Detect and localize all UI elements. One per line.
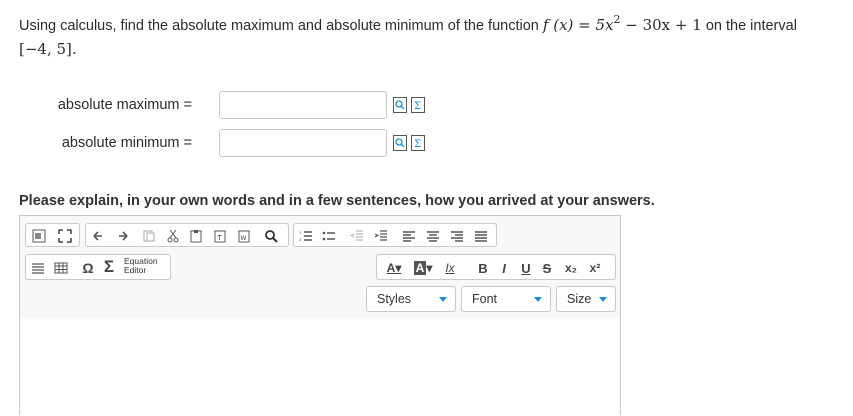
superscript-button[interactable]: x² (586, 259, 604, 277)
increase-indent-icon[interactable] (372, 227, 390, 245)
italic-button[interactable]: I (495, 259, 513, 277)
svg-text:W: W (241, 235, 247, 242)
absolute-minimum-label: absolute minimum = (61, 135, 192, 151)
paste-text-icon[interactable]: T (211, 227, 229, 245)
text-color-button[interactable]: A ▾ (381, 259, 407, 277)
function-expression: f (x) = 5x2 − 30x + 1 (542, 13, 702, 34)
interval: [−4, 5]. (19, 40, 77, 58)
chevron-down-icon (599, 297, 607, 302)
function-rhs: − 30x + 1 (620, 16, 702, 34)
question-suffix: on the interval (705, 18, 797, 34)
styles-dropdown[interactable]: Styles (366, 286, 456, 312)
svg-text:1: 1 (299, 230, 302, 235)
equation-editor-button[interactable]: Equation Editor (124, 257, 158, 275)
function-exponent: 2 (613, 13, 621, 26)
toolbar-group-edit: T W (85, 223, 289, 247)
explain-prompt: Please explain, in your own words and in… (19, 193, 655, 209)
svg-text:Σ: Σ (414, 101, 421, 112)
toolbar-group-format: A ▾ A ▾ Ix B I U S x₂ x² (376, 254, 616, 280)
svg-text:2: 2 (299, 237, 302, 242)
question-text: Using calculus, find the absolute maximu… (19, 13, 839, 61)
cut-icon[interactable] (164, 227, 182, 245)
equation-icon[interactable]: Σ (411, 135, 425, 151)
toolbar-group-insert: Ω Σ Equation Editor (25, 254, 171, 280)
absolute-minimum-input[interactable] (219, 129, 387, 157)
strikethrough-button[interactable]: S (538, 259, 556, 277)
absolute-maximum-input[interactable] (219, 91, 387, 119)
remove-format-icon[interactable]: Ix (441, 259, 459, 277)
rich-text-editor: T W 12 Ω Σ Equation Editor A ▾ A ▾ Ix B … (19, 215, 621, 416)
paste-word-icon[interactable]: W (235, 227, 253, 245)
answer-row-min: absolute minimum = Σ (0, 129, 440, 159)
absolute-maximum-label: absolute maximum = (57, 97, 192, 113)
editor-toolbar: T W 12 Ω Σ Equation Editor A ▾ A ▾ Ix B … (20, 216, 620, 319)
background-color-label: A (413, 261, 427, 275)
answer-row-max: absolute maximum = Σ (0, 91, 440, 121)
svg-text:Σ: Σ (414, 139, 421, 150)
bold-button[interactable]: B (474, 259, 492, 277)
equation-editor-line2: Editor (124, 265, 147, 275)
undo-icon[interactable] (90, 227, 108, 245)
toolbar-group-paragraph: 12 (293, 223, 497, 247)
decrease-indent-icon[interactable] (348, 227, 366, 245)
align-center-icon[interactable] (424, 227, 442, 245)
align-left-icon[interactable] (400, 227, 418, 245)
svg-text:T: T (217, 234, 223, 242)
subscript-button[interactable]: x₂ (562, 259, 580, 277)
align-right-icon[interactable] (448, 227, 466, 245)
chevron-down-icon (439, 297, 447, 302)
background-color-button[interactable]: A ▾ (410, 259, 436, 277)
source-icon[interactable] (30, 227, 48, 245)
size-dropdown[interactable]: Size (556, 286, 616, 312)
justify-icon[interactable] (472, 227, 490, 245)
table-icon[interactable] (52, 259, 70, 277)
function-lhs: f (x) = 5x (542, 16, 614, 34)
styles-label: Styles (377, 292, 412, 306)
equation-icon[interactable]: Σ (411, 97, 425, 113)
toolbar-group-view (25, 223, 80, 247)
editor-content-area[interactable] (20, 318, 620, 416)
preview-icon[interactable] (393, 97, 407, 113)
size-label: Size (567, 292, 592, 306)
paste-icon[interactable] (187, 227, 205, 245)
preview-icon[interactable] (393, 135, 407, 151)
bulleted-list-icon[interactable] (320, 227, 338, 245)
special-char-icon[interactable]: Ω (79, 259, 97, 277)
find-icon[interactable] (262, 227, 280, 245)
font-dropdown[interactable]: Font (461, 286, 551, 312)
sigma-icon[interactable]: Σ (100, 257, 118, 276)
horizontal-rule-icon[interactable] (29, 259, 47, 277)
underline-button[interactable]: U (517, 259, 535, 277)
redo-icon[interactable] (113, 227, 131, 245)
chevron-down-icon (534, 297, 542, 302)
font-label: Font (472, 292, 498, 306)
text-color-label: A (386, 261, 396, 275)
copy-formatting-icon[interactable] (140, 227, 158, 245)
numbered-list-icon[interactable]: 12 (297, 227, 315, 245)
question-prefix: Using calculus, find the absolute maximu… (19, 18, 539, 34)
maximize-icon[interactable] (56, 227, 74, 245)
